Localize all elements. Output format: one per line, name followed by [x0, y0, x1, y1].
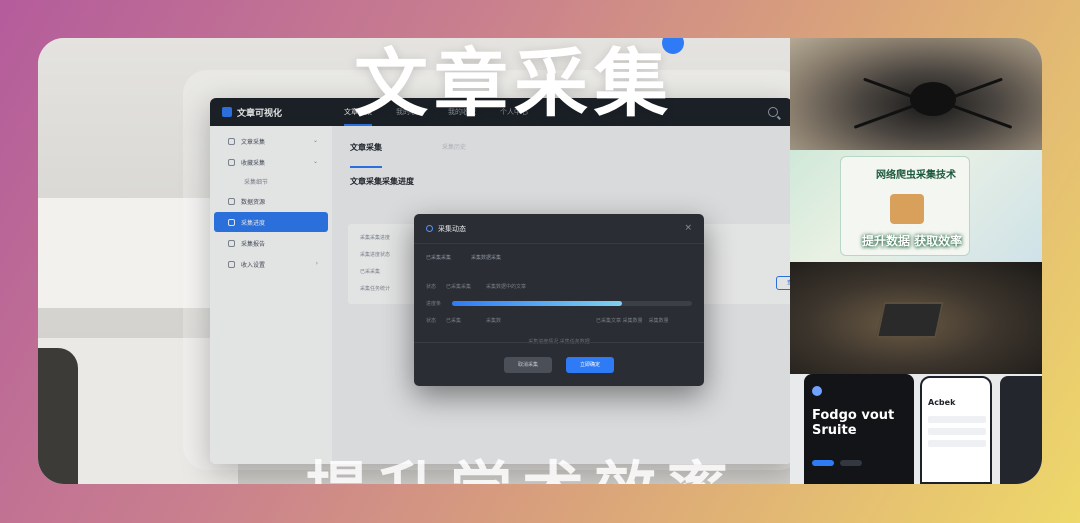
- image-gallery: 网络爬虫采集技术 提升数据 获取效率 Fodgo vout Sruite Acb…: [790, 38, 1042, 484]
- phone-secondary-button: [840, 460, 862, 466]
- phone-headline: Fodgo vout Sruite: [812, 408, 895, 438]
- row-value: 已采集: [446, 318, 462, 324]
- robot-box: [890, 194, 924, 224]
- step-1: 已采集采集: [426, 255, 452, 261]
- row-value: 已采集采集: [446, 284, 472, 290]
- avatar: [812, 386, 822, 396]
- banner-top-title: 文章采集: [354, 38, 684, 131]
- row-right: 已采集文章 采集数量: [596, 318, 643, 324]
- phone-light-title: Acbek: [928, 398, 956, 407]
- row-label: 进度条: [426, 301, 442, 307]
- spider-robot-image: [790, 38, 1042, 150]
- spider-leg: [945, 77, 1003, 101]
- row-label: 状态: [426, 284, 437, 290]
- collect-status-modal: 采集动态 × 已采集采集 采集数据采集 状态 已采集采集 采集数据中的文章 进度…: [414, 214, 704, 386]
- phone-primary-button: [812, 460, 834, 466]
- modal-header: 采集动态 ×: [414, 214, 704, 244]
- banner-top-title-text: 文章采集: [354, 41, 674, 127]
- confirm-button[interactable]: 立即确定: [566, 356, 614, 373]
- progress-row: 进度条: [414, 300, 704, 307]
- poster-card: 文章可视化 文章采集 我的收藏 我的收藏 个人中心 文章采集 ⌄ 收藏采集 ⌄ 采集…: [38, 38, 1042, 484]
- phone-dark-side: [1000, 376, 1042, 484]
- status-icon: [426, 225, 433, 232]
- cancel-button[interactable]: 取消采集: [504, 356, 552, 373]
- phone-dark: Fodgo vout Sruite: [804, 374, 914, 484]
- row-extra: 采集数据中的文章: [486, 284, 527, 290]
- circuit-board-image: [790, 262, 1042, 374]
- crawler-illustration: 网络爬虫采集技术 提升数据 获取效率: [790, 150, 1042, 262]
- progress-fill: [452, 301, 623, 306]
- illustration-caption: 提升数据 获取效率: [862, 234, 963, 248]
- progress-bar: [452, 301, 692, 306]
- spider-leg: [853, 102, 921, 129]
- phone-light: Acbek: [920, 376, 992, 484]
- illustration-title: 网络爬虫采集技术: [876, 170, 956, 181]
- count-row: 状态 已采集 采集数 已采集文章 采集数量 采集数量: [414, 317, 704, 324]
- row-label: 状态: [426, 318, 437, 324]
- row-right-2: 采集数量: [648, 318, 669, 324]
- banner-bottom-title: 提升学术效率: [306, 440, 738, 484]
- modal-footer: 取消采集 立即确定: [414, 342, 704, 386]
- list-item: [928, 428, 986, 435]
- modal-title: 采集动态: [438, 224, 466, 233]
- spider-leg: [863, 77, 921, 101]
- modal-steps: 已采集采集 采集数据采集: [414, 244, 704, 261]
- chip-shape: [876, 302, 944, 338]
- list-item: [928, 416, 986, 423]
- close-icon[interactable]: ×: [684, 223, 692, 233]
- row-extra: 采集数: [486, 318, 502, 324]
- mobile-app-mockup: Fodgo vout Sruite Acbek: [790, 374, 1042, 484]
- background-post: [38, 348, 78, 484]
- list-item: [928, 440, 986, 447]
- spider-leg: [945, 102, 1013, 129]
- step-2: 采集数据采集: [471, 255, 502, 261]
- status-row: 状态 已采集采集 采集数据中的文章: [414, 283, 704, 290]
